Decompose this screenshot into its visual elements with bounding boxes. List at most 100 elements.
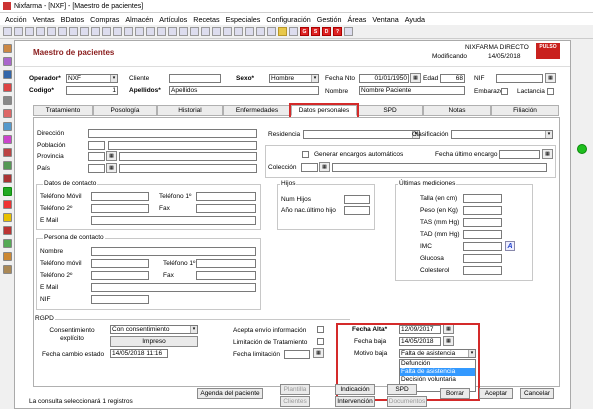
add-record-icon[interactable] bbox=[135, 27, 144, 36]
mail-icon[interactable] bbox=[190, 27, 199, 36]
d-button[interactable]: D bbox=[322, 27, 331, 36]
pill-icon[interactable] bbox=[3, 83, 12, 92]
contacto-tel1-field[interactable] bbox=[196, 192, 256, 201]
menu-ventas[interactable]: Ventas bbox=[33, 15, 55, 24]
consentimiento-select[interactable]: Con consentimiento ▾ bbox=[110, 325, 198, 334]
g-button[interactable]: G bbox=[300, 27, 309, 36]
undo-icon[interactable] bbox=[69, 27, 78, 36]
folder-left-icon[interactable] bbox=[3, 265, 12, 274]
tab-historial[interactable]: Historial bbox=[157, 105, 223, 116]
peso-field[interactable] bbox=[463, 206, 502, 215]
tab-notas[interactable]: Notas bbox=[423, 105, 491, 116]
help-icon[interactable] bbox=[267, 27, 276, 36]
fecha-limitacion-calendar-button[interactable]: ▦ bbox=[313, 348, 324, 358]
documentos-button[interactable]: Documentos bbox=[387, 396, 427, 407]
glucosa-field[interactable] bbox=[463, 254, 502, 263]
provincia-code-field[interactable] bbox=[88, 152, 105, 161]
clientes-button[interactable]: Clientes bbox=[280, 396, 310, 407]
document-icon[interactable] bbox=[234, 27, 243, 36]
search-icon[interactable] bbox=[25, 27, 34, 36]
calendar-left-icon[interactable] bbox=[3, 174, 12, 183]
coleccion-field[interactable] bbox=[332, 163, 547, 172]
contacto-tel2-field[interactable] bbox=[91, 204, 149, 213]
chart-icon[interactable] bbox=[3, 161, 12, 170]
image-icon[interactable] bbox=[289, 27, 298, 36]
info-icon[interactable] bbox=[256, 27, 265, 36]
calendar-icon[interactable] bbox=[179, 27, 188, 36]
coleccion-code-field[interactable] bbox=[301, 163, 318, 172]
aceptar-button[interactable]: Aceptar bbox=[479, 388, 513, 399]
cp-field[interactable] bbox=[88, 141, 105, 150]
apellidos-field[interactable]: Apellidos bbox=[169, 86, 319, 95]
ano-hijo-field[interactable] bbox=[344, 206, 370, 215]
nombre-field[interactable]: Nombre Paciente bbox=[359, 86, 465, 95]
user-icon[interactable] bbox=[223, 27, 232, 36]
stack-icon[interactable] bbox=[3, 57, 12, 66]
embarazo-checkbox[interactable] bbox=[501, 88, 508, 95]
poblacion-field[interactable] bbox=[108, 141, 257, 150]
intervencion-button[interactable]: Intervención bbox=[335, 396, 375, 407]
persona-tel1-field[interactable] bbox=[196, 259, 256, 268]
tad-field[interactable] bbox=[463, 230, 502, 239]
nif-lookup-button[interactable]: ▦ bbox=[545, 73, 556, 83]
tab-posologia[interactable]: Posología bbox=[93, 105, 157, 116]
contacto-fax-field[interactable] bbox=[196, 204, 256, 213]
menu-articulos[interactable]: Artículos bbox=[159, 15, 187, 24]
book-icon[interactable] bbox=[3, 70, 12, 79]
contacto-email-field[interactable] bbox=[91, 216, 256, 225]
filter-icon[interactable] bbox=[157, 27, 166, 36]
print-icon[interactable] bbox=[14, 27, 23, 36]
menu-bdatos[interactable]: BDatos bbox=[61, 15, 85, 24]
provincia-lookup-button[interactable]: ▦ bbox=[106, 151, 117, 161]
delete-record-icon[interactable] bbox=[146, 27, 155, 36]
save-icon[interactable] bbox=[3, 27, 12, 36]
acepta-checkbox[interactable] bbox=[317, 326, 324, 333]
cancelar-button[interactable]: Cancelar bbox=[520, 388, 554, 399]
fecha-ultimo-field[interactable] bbox=[499, 150, 540, 159]
menu-compras[interactable]: Compras bbox=[90, 15, 119, 24]
plantilla-button[interactable]: Plantilla bbox=[280, 384, 310, 395]
check-icon[interactable] bbox=[80, 27, 89, 36]
fechanto-field[interactable]: 01/01/1950 bbox=[359, 74, 409, 83]
person-icon[interactable] bbox=[3, 252, 12, 261]
clock-icon[interactable] bbox=[201, 27, 210, 36]
medical-icon[interactable] bbox=[3, 200, 12, 209]
s-button[interactable]: S bbox=[311, 27, 320, 36]
menu-areas[interactable]: Áreas bbox=[348, 15, 367, 24]
first-record-icon[interactable] bbox=[91, 27, 100, 36]
globe-icon[interactable] bbox=[212, 27, 221, 36]
pais-lookup-button[interactable]: ▦ bbox=[106, 163, 117, 173]
persona-movil-field[interactable] bbox=[91, 259, 149, 268]
fecha-limitacion-field[interactable] bbox=[284, 350, 310, 359]
bottle-icon[interactable] bbox=[3, 109, 12, 118]
menu-ayuda[interactable]: Ayuda bbox=[405, 15, 425, 24]
coleccion-lookup-button[interactable]: ▦ bbox=[319, 162, 330, 172]
box-icon[interactable] bbox=[3, 44, 12, 53]
agenda-button[interactable]: Agenda del paciente bbox=[197, 388, 263, 399]
next-record-icon[interactable] bbox=[113, 27, 122, 36]
help-red-button[interactable]: ? bbox=[333, 27, 342, 36]
menu-gestion[interactable]: Gestión bbox=[317, 15, 342, 24]
tab-enfermedades[interactable]: Enfermedades bbox=[223, 105, 291, 116]
tab-tratamiento[interactable]: Tratamiento bbox=[33, 105, 93, 116]
indicacion-button[interactable]: Indicación bbox=[335, 384, 375, 395]
pais-code-field[interactable] bbox=[88, 164, 105, 173]
limitacion-checkbox[interactable] bbox=[317, 338, 324, 345]
warning-icon[interactable] bbox=[3, 213, 12, 222]
menu-almacen[interactable]: Almacén bbox=[125, 15, 153, 24]
edit-icon[interactable] bbox=[3, 122, 12, 131]
pais-field[interactable] bbox=[119, 164, 257, 173]
cross-plus-icon[interactable] bbox=[3, 187, 12, 196]
persona-fax-field[interactable] bbox=[196, 271, 256, 280]
lock-icon[interactable] bbox=[245, 27, 254, 36]
spd-button[interactable]: SPD bbox=[387, 384, 417, 395]
cliente-field[interactable] bbox=[169, 74, 221, 83]
settings-icon[interactable] bbox=[344, 27, 353, 36]
prev-record-icon[interactable] bbox=[102, 27, 111, 36]
cut-icon[interactable] bbox=[36, 27, 45, 36]
recycle-icon[interactable] bbox=[3, 239, 12, 248]
generar-checkbox[interactable] bbox=[302, 151, 309, 158]
codigo-field[interactable]: 1 bbox=[66, 86, 118, 95]
calculator-icon[interactable] bbox=[168, 27, 177, 36]
impreso-button[interactable]: Impreso bbox=[110, 336, 198, 347]
